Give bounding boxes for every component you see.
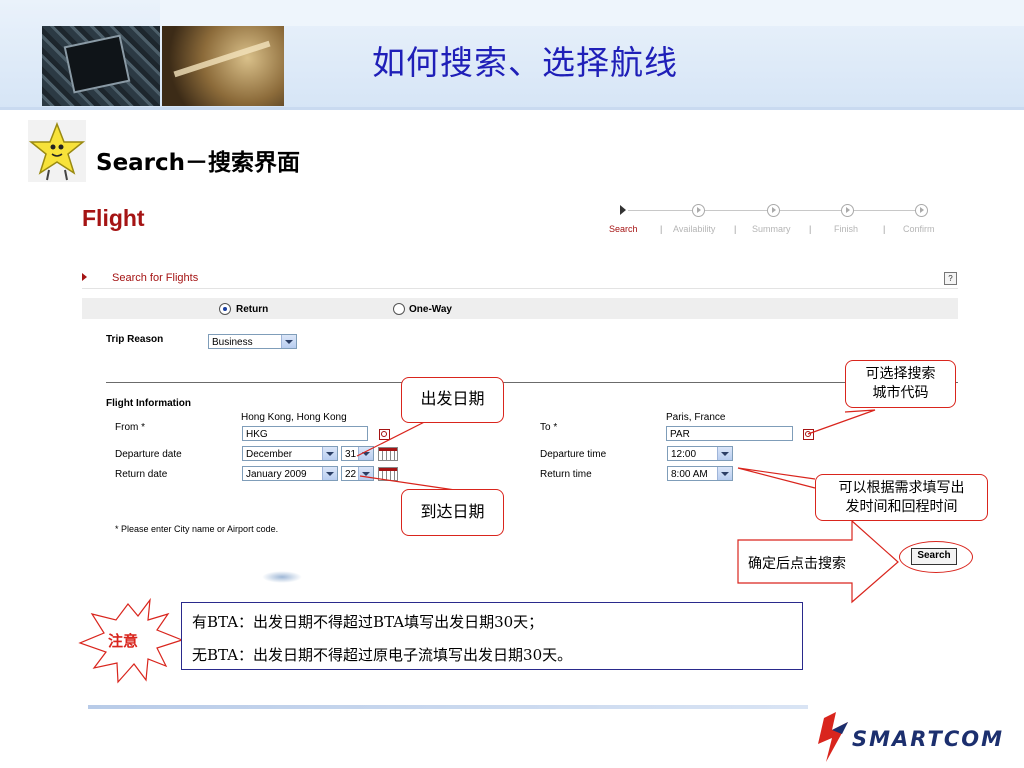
callout-time: 可以根据需求填写出 发时间和回程时间 [815, 474, 988, 521]
notice-line-no-bta: 无BTA：出发日期不得超过原电子流填写出发日期30天。 [192, 646, 573, 664]
search-button[interactable]: Search [911, 548, 957, 565]
footer-divider [88, 705, 808, 709]
smartcom-logo-icon [818, 712, 848, 762]
callout-time-line1: 可以根据需求填写出 [838, 480, 965, 496]
notice-box: 有BTA：出发日期不得超过BTA填写出发日期30天； 无BTA：出发日期不得超过… [181, 602, 803, 670]
callout-city-code: 可选择搜索 城市代码 [845, 360, 956, 408]
callout-city-code-line2: 城市代码 [872, 385, 929, 401]
callout-city-code-line1: 可选择搜索 [865, 366, 936, 382]
callout-departure-date: 出发日期 [401, 377, 504, 423]
callout-time-line2: 发时间和回程时间 [845, 499, 958, 515]
notice-line-bta: 有BTA：出发日期不得超过BTA填写出发日期30天； [192, 613, 544, 631]
callout-return-date: 到达日期 [401, 489, 504, 536]
smartcom-logo-text: SMARTCOM [852, 727, 1004, 751]
callout-confirm-search: 确定后点击搜索 [748, 556, 846, 572]
notice-badge: 注意 [108, 632, 139, 650]
